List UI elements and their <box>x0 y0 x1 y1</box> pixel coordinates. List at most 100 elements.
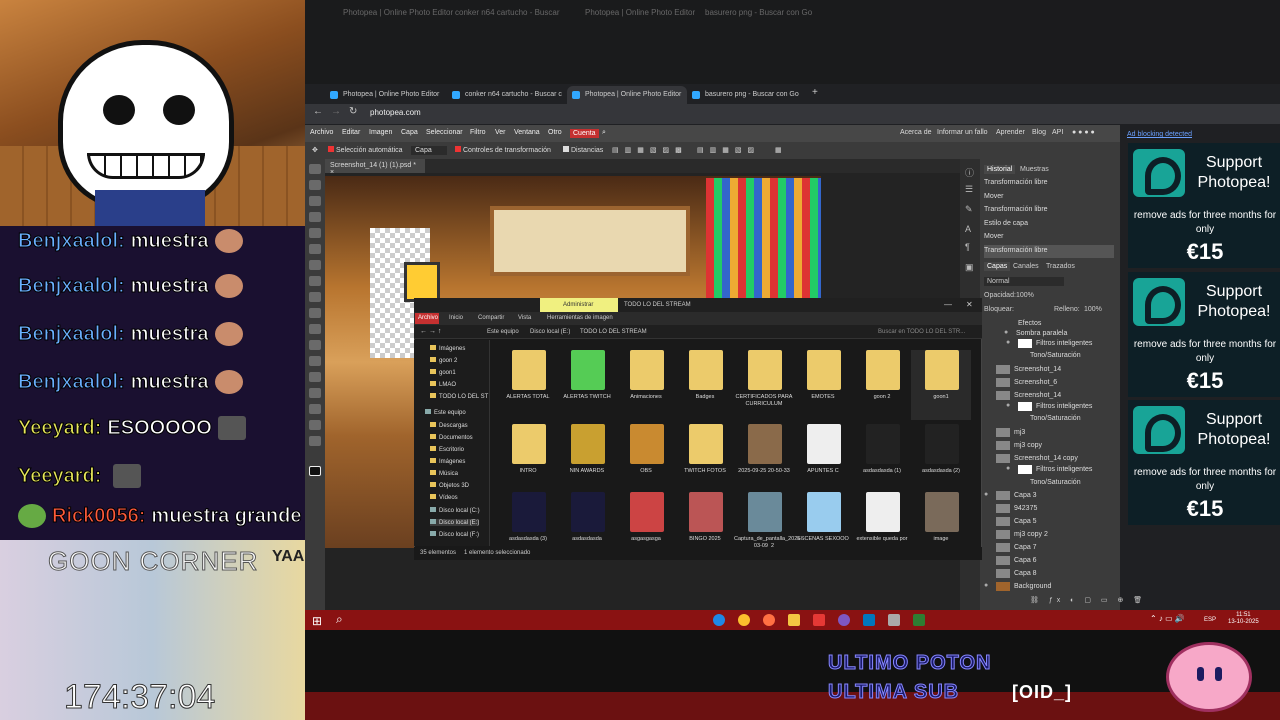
layer-row[interactable]: Screenshot_14 <box>996 363 1114 376</box>
list-icon[interactable]: ☰ <box>965 184 973 195</box>
folder-item[interactable]: Animaciones <box>616 350 676 420</box>
lasso-tool-icon[interactable] <box>309 196 321 206</box>
folder-item[interactable]: INTRO <box>498 424 558 494</box>
ribbon-herramientas[interactable]: Herramientas de imagen <box>547 315 613 321</box>
menu-ventana[interactable]: Ventana <box>514 129 540 136</box>
tab-trazados[interactable]: Trazados <box>1046 263 1075 270</box>
social-icons[interactable]: ● ● ● ● <box>1072 129 1095 136</box>
brush-panel-icon[interactable]: ✎ <box>965 204 973 215</box>
menu-otro[interactable]: Otro <box>548 129 562 136</box>
app-icon[interactable] <box>813 614 825 626</box>
dodge-tool-icon[interactable] <box>309 356 321 366</box>
path-tool-icon[interactable] <box>309 388 321 398</box>
layer-row[interactable]: Capa 5 <box>996 515 1114 528</box>
folder-item-selected[interactable]: goon1 <box>911 350 971 420</box>
layer-row[interactable]: ● Filtros inteligentes <box>1006 463 1136 476</box>
address-bar[interactable] <box>305 104 1280 124</box>
swatch-icon[interactable]: ▣ <box>965 262 974 273</box>
menu-fallo[interactable]: Informar un fallo <box>937 129 988 136</box>
ad-banner[interactable]: Support Photopea! remove ads for three m… <box>1128 272 1280 397</box>
history-item[interactable]: Transformación libre <box>984 204 1114 217</box>
layer-action-icons[interactable]: ⛓ ƒx ◐ ▢ ▭ ⊕ 🗑 <box>1030 596 1146 604</box>
menu-imagen[interactable]: Imagen <box>369 129 392 136</box>
search-icon[interactable]: ⌕ <box>602 129 606 137</box>
wand-tool-icon[interactable] <box>309 212 321 222</box>
browser-tab[interactable]: conker n64 cartucho - Buscar c <box>447 86 567 104</box>
crop-tool-icon[interactable] <box>309 228 321 238</box>
healing-tool-icon[interactable] <box>309 260 321 270</box>
layer-row[interactable]: Capa 8 <box>996 567 1114 580</box>
blur-tool-icon[interactable] <box>309 340 321 350</box>
explorer-search-input[interactable]: Buscar en TODO LO DEL STR... <box>878 329 965 335</box>
layer-row[interactable]: Capa 6 <box>996 554 1114 567</box>
info-icon[interactable]: ⓘ <box>965 166 974 179</box>
folder-item[interactable]: CERTIFICADOS PARA CURRICULUM <box>734 350 794 420</box>
menu-cuenta[interactable]: Cuenta <box>570 129 599 138</box>
sidebar-item[interactable]: TODO LO DEL ST <box>430 393 488 400</box>
windows-start-icon[interactable]: ⊞ <box>312 614 322 628</box>
close-icon[interactable]: ✕ <box>966 300 973 309</box>
menu-ver[interactable]: Ver <box>495 129 506 136</box>
distribute-icons[interactable]: ▤▥▦▧▨ <box>697 146 760 154</box>
url-text[interactable]: photopea.com <box>370 108 421 117</box>
taskbar-search-icon[interactable]: ⌕ <box>336 612 343 627</box>
folder-item[interactable]: NIN AWARDS <box>557 424 617 494</box>
tab-muestras[interactable]: Muestras <box>1020 166 1049 173</box>
path-segment[interactable]: Disco local (E:) <box>530 329 570 335</box>
shape-tool-icon[interactable] <box>309 404 321 414</box>
tab-capas[interactable]: Capas <box>984 262 1011 271</box>
menu-editar[interactable]: Editar <box>342 129 360 136</box>
layer-row[interactable]: Capa 7 <box>996 541 1114 554</box>
image-file[interactable]: asdasdasda (1) <box>852 424 912 494</box>
sidebar-item[interactable]: Disco local (C:) <box>430 507 480 514</box>
marquee-tool-icon[interactable] <box>309 180 321 190</box>
app-icon[interactable] <box>888 614 900 626</box>
stamp-tool-icon[interactable] <box>309 292 321 302</box>
new-tab-button[interactable]: + <box>812 87 818 98</box>
align-icons[interactable]: ▤▥▦▧▨▩ <box>612 146 688 154</box>
steam-icon[interactable] <box>863 614 875 626</box>
layer-row[interactable]: ● Capa 3 <box>984 489 1114 502</box>
sidebar-item[interactable]: LMAO <box>430 381 456 388</box>
sidebar-item[interactable]: Este equipo <box>425 409 466 416</box>
chrome-icon[interactable] <box>738 614 750 626</box>
ad-blocking-link[interactable]: Ad blocking detected <box>1127 131 1192 138</box>
app-icon[interactable] <box>913 614 925 626</box>
layer-row[interactable]: mj3 copy <box>996 439 1114 452</box>
folder-item[interactable]: ALERTAS TWITCH <box>557 350 617 420</box>
sidebar-item[interactable]: goon 2 <box>430 357 457 364</box>
menu-blog[interactable]: Blog <box>1032 129 1046 136</box>
menu-filtro[interactable]: Filtro <box>470 129 486 136</box>
path-segment[interactable]: TODO LO DEL STREAM <box>580 329 647 335</box>
system-tray[interactable]: ⌃ ♪ ▭ 🔊 <box>1150 614 1185 623</box>
layer-row[interactable]: ● Background <box>984 580 1114 593</box>
reload-icon[interactable]: ↻ <box>349 106 357 117</box>
sidebar-item[interactable]: Música <box>430 470 458 477</box>
eraser-tool-icon[interactable] <box>309 308 321 318</box>
folder-item[interactable]: TWITCH FOTOS <box>675 424 735 494</box>
path-segment[interactable]: Este equipo <box>487 329 519 335</box>
ribbon-vista[interactable]: Vista <box>518 315 531 321</box>
forward-icon[interactable]: → <box>331 106 341 117</box>
layer-row[interactable]: mj3 copy 2 <box>996 528 1114 541</box>
brush-tool-icon[interactable] <box>309 276 321 286</box>
sidebar-item[interactable]: goon1 <box>430 369 456 376</box>
doc-file[interactable]: APUNTES C <box>793 424 853 494</box>
foreground-color-swatch[interactable] <box>309 466 321 476</box>
tab-historial[interactable]: Historial <box>984 165 1016 174</box>
ribbon-compartir[interactable]: Compartir <box>478 315 504 321</box>
menu-api[interactable]: API <box>1052 129 1063 136</box>
browser-tab[interactable]: Photopea | Online Photo Editor <box>325 86 445 104</box>
grid-icon[interactable]: ▦ <box>775 146 782 154</box>
browser-tab-active[interactable]: Photopea | Online Photo Editor <box>567 86 687 104</box>
menu-acerca[interactable]: Acerca de <box>900 129 932 136</box>
ad-banner[interactable]: Support Photopea! remove ads for three m… <box>1128 143 1280 268</box>
sidebar-item[interactable]: Vídeos <box>430 494 458 501</box>
opacity-value[interactable]: 100% <box>1016 292 1034 299</box>
history-item[interactable]: Transformación libre <box>984 177 1114 190</box>
sidebar-item[interactable]: Imágenes <box>430 458 465 465</box>
hand-tool-icon[interactable] <box>309 420 321 430</box>
sidebar-item[interactable]: Imágenes <box>430 345 465 352</box>
folder-item[interactable]: Badges <box>675 350 735 420</box>
folder-item[interactable]: OBS <box>616 424 676 494</box>
